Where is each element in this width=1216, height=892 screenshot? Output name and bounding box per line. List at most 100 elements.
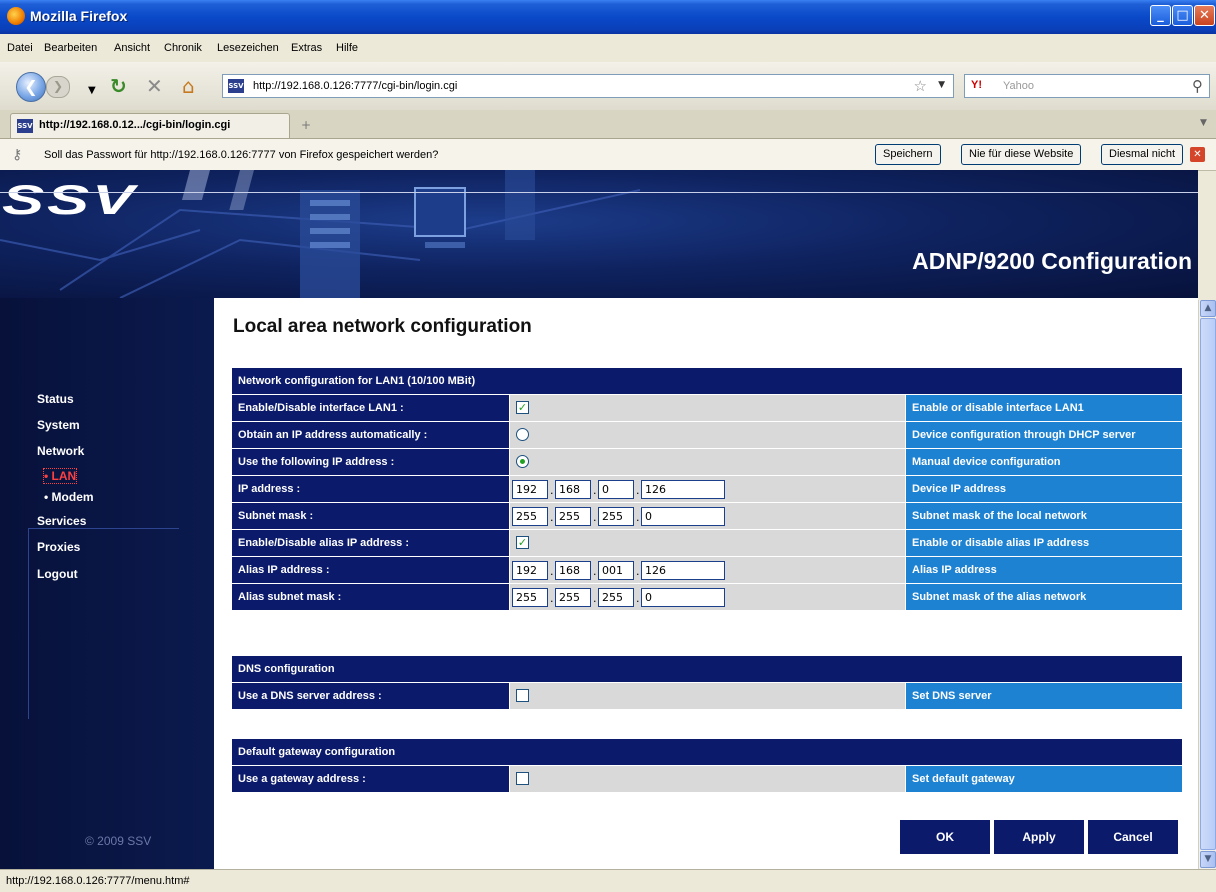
home-icon[interactable]: ⌂ xyxy=(182,75,195,97)
alias-ip-octet-2[interactable]: 168 xyxy=(555,561,591,580)
row-description: Set default gateway xyxy=(906,766,1182,792)
reload-icon[interactable]: ↻ xyxy=(110,75,127,97)
apply-button[interactable]: Apply xyxy=(994,820,1084,854)
ok-button[interactable]: OK xyxy=(900,820,990,854)
row-value xyxy=(510,422,905,448)
maximize-button[interactable]: □ xyxy=(1172,5,1193,26)
forward-arrow-icon[interactable]: ❯ xyxy=(46,76,70,98)
never-save-button[interactable]: Nie für diese Website xyxy=(961,144,1082,165)
mask-octet-2[interactable]: 255 xyxy=(555,507,591,526)
vertical-scrollbar[interactable]: ▲ ▼ xyxy=(1198,300,1216,869)
status-text: http://192.168.0.126:7777/menu.htm# xyxy=(6,875,190,887)
row-label: Subnet mask : xyxy=(232,503,509,529)
alias-ip-octet-4[interactable]: 126 xyxy=(641,561,725,580)
dns-checkbox[interactable] xyxy=(516,689,529,702)
stop-icon[interactable]: ✕ xyxy=(146,75,163,97)
dns-section-header: DNS configuration xyxy=(232,656,1182,682)
alias-ip-octet-3[interactable]: 001 xyxy=(598,561,634,580)
tab-bar: SSV http://192.168.0.12.../cgi-bin/login… xyxy=(0,110,1216,139)
menu-extras[interactable]: Extras xyxy=(291,42,322,54)
not-now-button[interactable]: Diesmal nicht xyxy=(1101,144,1184,165)
minimize-button[interactable]: _ xyxy=(1150,5,1171,26)
row-label: Use a DNS server address : xyxy=(232,683,509,709)
search-bar[interactable]: Y! Yahoo ⚲ xyxy=(964,74,1210,98)
table-row: Use a DNS server address : Set DNS serve… xyxy=(232,683,1182,709)
url-dropdown-icon[interactable]: ▼ xyxy=(938,80,945,90)
alias-mask-octet-4[interactable]: 0 xyxy=(641,588,725,607)
navigation-toolbar: ❮ ❯ ▼ ↻ ✕ ⌂ SSV http://192.168.0.126:777… xyxy=(0,62,1216,111)
yahoo-engine-icon[interactable]: Y! xyxy=(971,79,982,91)
mask-octet-4[interactable]: 0 xyxy=(641,507,725,526)
ip-octet-4[interactable]: 126 xyxy=(641,480,725,499)
menu-ansicht[interactable]: Ansicht xyxy=(114,42,150,54)
alias-mask-octet-2[interactable]: 255 xyxy=(555,588,591,607)
tab-list-icon[interactable]: ▼ xyxy=(1200,118,1207,128)
save-password-button[interactable]: Speichern xyxy=(875,144,941,165)
row-description: Set DNS server xyxy=(906,683,1182,709)
sidebar-item-system[interactable]: System xyxy=(37,418,80,432)
bookmark-star-icon[interactable]: ☆ xyxy=(914,77,927,95)
row-value: 255. 255. 255. 0 xyxy=(510,584,905,610)
url-text[interactable]: http://192.168.0.126:7777/cgi-bin/login.… xyxy=(253,80,457,92)
mask-octet-3[interactable]: 255 xyxy=(598,507,634,526)
sidebar-item-lan[interactable]: • LAN xyxy=(42,468,78,484)
ip-octet-3[interactable]: 0 xyxy=(598,480,634,499)
row-value: 192. 168. 001. 126 xyxy=(510,557,905,583)
close-notification-icon[interactable]: ✕ xyxy=(1190,147,1205,162)
row-description: Alias IP address xyxy=(906,557,1182,583)
menu-chronik[interactable]: Chronik xyxy=(164,42,202,54)
menu-datei[interactable]: Datei xyxy=(7,42,33,54)
gateway-section-header: Default gateway configuration xyxy=(232,739,1182,765)
password-notification-bar: ⚷ Soll das Passwort für http://192.168.0… xyxy=(0,139,1216,171)
alias-mask-octet-3[interactable]: 255 xyxy=(598,588,634,607)
dhcp-radio[interactable] xyxy=(516,428,529,441)
sidebar-item-logout[interactable]: Logout xyxy=(37,567,78,581)
sidebar-item-services[interactable]: Services xyxy=(37,514,86,528)
close-window-button[interactable]: ✕ xyxy=(1194,5,1215,26)
tab-login[interactable]: SSV http://192.168.0.12.../cgi-bin/login… xyxy=(10,113,290,138)
menu-hilfe[interactable]: Hilfe xyxy=(336,42,358,54)
enable-alias-checkbox[interactable]: ✓ xyxy=(516,536,529,549)
gateway-checkbox[interactable] xyxy=(516,772,529,785)
sidebar-item-status[interactable]: Status xyxy=(37,392,74,406)
row-label: Alias subnet mask : xyxy=(232,584,509,610)
row-description: Manual device configuration xyxy=(906,449,1182,475)
history-dropdown-icon[interactable]: ▼ xyxy=(88,80,96,102)
row-value xyxy=(510,449,905,475)
sidebar-item-modem[interactable]: • Modem xyxy=(44,490,94,504)
alias-ip-octet-1[interactable]: 192 xyxy=(512,561,548,580)
back-arrow-icon[interactable]: ❮ xyxy=(16,72,46,102)
row-value xyxy=(510,766,905,792)
ip-octet-1[interactable]: 192 xyxy=(512,480,548,499)
enable-lan1-checkbox[interactable]: ✓ xyxy=(516,401,529,414)
table-row: Obtain an IP address automatically : Dev… xyxy=(232,422,1182,448)
table-row: Enable/Disable interface LAN1 : ✓ Enable… xyxy=(232,395,1182,421)
search-placeholder[interactable]: Yahoo xyxy=(1003,80,1034,92)
row-description: Enable or disable alias IP address xyxy=(906,530,1182,556)
scroll-up-icon[interactable]: ▲ xyxy=(1200,300,1216,317)
status-bar: http://192.168.0.126:7777/menu.htm# xyxy=(0,869,1216,892)
mask-octet-1[interactable]: 255 xyxy=(512,507,548,526)
tab-title: http://192.168.0.12.../cgi-bin/login.cgi xyxy=(39,119,231,131)
alias-mask-octet-1[interactable]: 255 xyxy=(512,588,548,607)
url-bar[interactable]: SSV http://192.168.0.126:7777/cgi-bin/lo… xyxy=(222,74,954,98)
menu-lesezeichen[interactable]: Lesezeichen xyxy=(217,42,279,54)
static-ip-radio[interactable] xyxy=(516,455,529,468)
cancel-button[interactable]: Cancel xyxy=(1088,820,1178,854)
scroll-thumb[interactable] xyxy=(1200,318,1216,850)
sidebar-item-network[interactable]: Network xyxy=(37,444,84,458)
new-tab-icon[interactable]: + xyxy=(296,116,316,134)
ip-octet-2[interactable]: 168 xyxy=(555,480,591,499)
sidebar-item-proxies[interactable]: Proxies xyxy=(37,540,80,554)
row-label: Obtain an IP address automatically : xyxy=(232,422,509,448)
network-graphic xyxy=(0,170,641,298)
page-title: Local area network configuration xyxy=(233,316,532,337)
ssv-logo: SSV xyxy=(2,176,138,223)
row-description: Enable or disable interface LAN1 xyxy=(906,395,1182,421)
scroll-down-icon[interactable]: ▼ xyxy=(1200,851,1216,868)
search-icon[interactable]: ⚲ xyxy=(1192,77,1203,95)
row-value: ✓ xyxy=(510,530,905,556)
row-description: Device configuration through DHCP server xyxy=(906,422,1182,448)
menu-bearbeiten[interactable]: Bearbeiten xyxy=(44,42,97,54)
row-label: Use a gateway address : xyxy=(232,766,509,792)
